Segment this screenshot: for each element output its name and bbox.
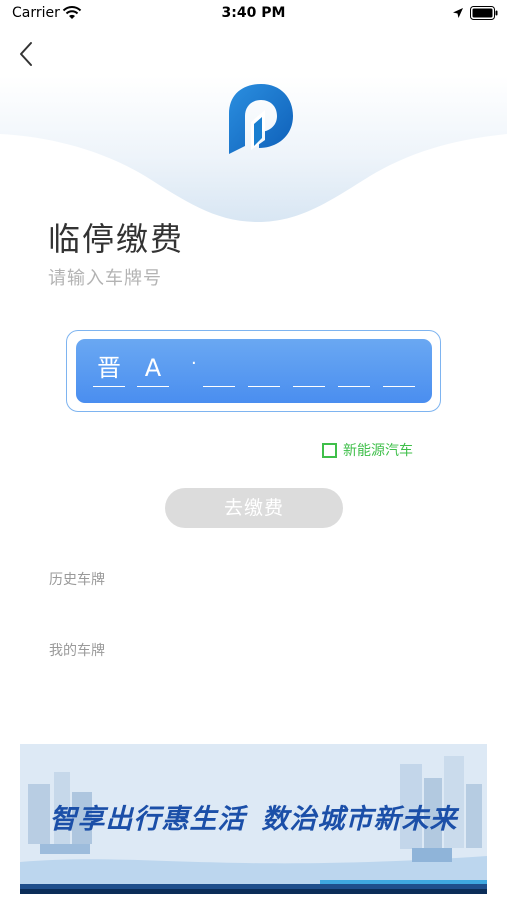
page-subtitle: 请输入车牌号: [48, 268, 162, 289]
new-energy-checkbox[interactable]: [322, 442, 337, 458]
banner-slogan: 智享出行惠生活 数治城市新未来: [20, 797, 487, 836]
plate-slot-3[interactable]: [202, 349, 236, 389]
new-energy-toggle[interactable]: 新能源汽车: [322, 440, 413, 460]
plate-slot-6[interactable]: [337, 349, 371, 389]
plate-separator: ·: [191, 353, 197, 374]
pay-button[interactable]: 去缴费: [165, 488, 343, 528]
plate-underline: [93, 385, 125, 387]
promo-banner[interactable]: 智享出行惠生活 数治城市新未来: [20, 744, 487, 894]
plate-underline: [293, 385, 325, 387]
plate-slot-7[interactable]: [382, 349, 416, 389]
plate-char-1: 晋: [97, 354, 121, 382]
plate-underline: [338, 385, 370, 387]
plate-underline: [248, 385, 280, 387]
status-time: 3:40 PM: [221, 5, 286, 21]
my-plates-label: 我的车牌: [49, 643, 105, 659]
status-bar: Carrier 3:40 PM: [0, 0, 507, 28]
app-logo: [229, 84, 293, 154]
plate-slot-province[interactable]: 晋: [92, 349, 126, 389]
plate-slot-city[interactable]: A: [136, 349, 170, 389]
history-plates-label: 历史车牌: [49, 572, 105, 588]
page-title: 临停缴费: [48, 220, 185, 258]
plate-underline: [383, 385, 415, 387]
plate-underline: [137, 385, 169, 387]
new-energy-label: 新能源汽车: [343, 443, 413, 459]
plate-input-panel: 晋 A ·: [76, 339, 432, 403]
plate-underline: [203, 385, 235, 387]
banner-slogan-left: 智享出行惠生活: [49, 804, 246, 835]
plate-slot-5[interactable]: [292, 349, 326, 389]
back-button[interactable]: [12, 38, 44, 70]
plate-char-2: A: [144, 354, 162, 382]
plate-slot-4[interactable]: [247, 349, 281, 389]
battery-icon: [470, 6, 498, 20]
location-arrow-icon: [453, 8, 463, 18]
plate-number-input[interactable]: 晋 A ·: [66, 330, 441, 412]
banner-slogan-right: 数治城市新未来: [261, 804, 458, 835]
